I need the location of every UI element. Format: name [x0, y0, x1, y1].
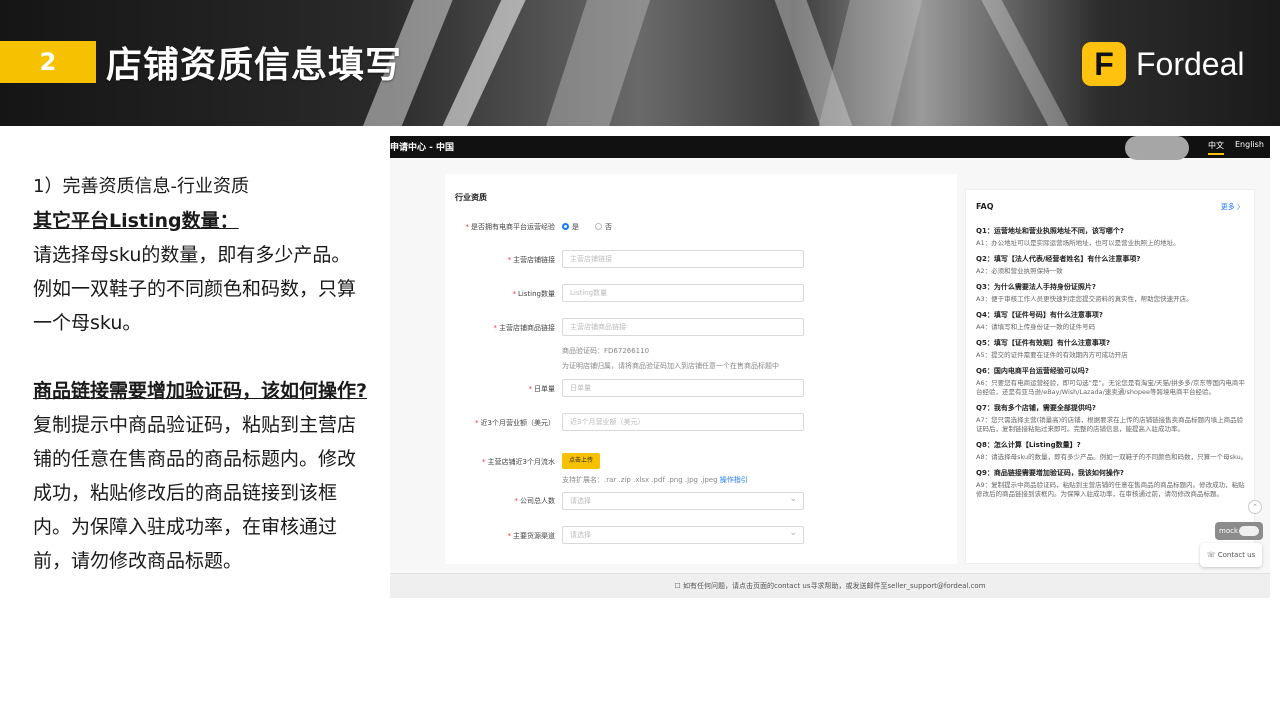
- field-label-store-link: * 主营店铺链接: [507, 256, 556, 264]
- contact-us-label: Contact us: [1217, 551, 1256, 559]
- mock-toggle[interactable]: mock: [1215, 522, 1263, 540]
- app-topbar: 申请中心 - 中国 中文 English: [390, 136, 1270, 160]
- faq-answer: A5：提交的证件需要在证件的有效期内方可成功开店: [976, 351, 1128, 359]
- extension-hint-text: 支持扩展名：.rar .zip .xlsx .pdf .png .jpg .jp…: [562, 476, 718, 484]
- radio-no[interactable]: 否: [595, 222, 612, 232]
- banner-decoration: [532, 0, 658, 126]
- instruction-heading-verify: 商品链接需要增加验证码，该如何操作?: [33, 380, 368, 402]
- revenue-input[interactable]: 近3个月营业额（美元）: [562, 413, 804, 431]
- daily-orders-input[interactable]: 日单量: [562, 379, 804, 397]
- faq-answer: A4：请填写和上传身份证一致的证件号码: [976, 323, 1096, 331]
- field-label-staff: * 公司总人数: [514, 497, 556, 505]
- faq-question: Q7：我有多个店铺，需要全部提供吗?: [976, 404, 1096, 412]
- faq-question: Q8：怎么计算【Listing数量】?: [976, 441, 1081, 449]
- operation-guide-link[interactable]: 操作指引: [720, 476, 748, 484]
- fordeal-logo-text: Fordeal: [1136, 45, 1245, 82]
- instruction-text: 1）完善资质信息-行业资质 其它平台Listing数量： 请选择母sku的数量，…: [33, 170, 369, 578]
- contact-us-button[interactable]: ☏ Contact us: [1200, 543, 1262, 567]
- field-label-text: 日单量: [534, 385, 555, 393]
- faq-answer: A2：必须和营业执照保持一致: [976, 267, 1063, 275]
- faq-answer: A7：您只需选择主营(销量高)的店铺，根据要求在上传的店铺链接售卖商品标题内填上…: [976, 416, 1244, 433]
- field-label-text: 近3个月营业额（美元）: [480, 419, 555, 427]
- staff-count-select[interactable]: 请选择: [562, 491, 804, 510]
- headset-icon: ☏: [1206, 551, 1218, 559]
- faq-answer: A3：便于审核工作人员更快速判定您提交资料的真实性，帮助您快速开店。: [976, 295, 1193, 303]
- faq-panel: FAQ 更多 〉 Q1：运营地址和营业执照地址不同，该写哪个? A1：办公地址可以…: [965, 189, 1255, 564]
- faq-more-link[interactable]: 更多 〉: [1221, 202, 1244, 212]
- instruction-subtitle: 1）完善资质信息-行业资质: [33, 176, 249, 197]
- radio-checked-icon: [562, 223, 569, 230]
- field-label-channel: * 主要货源渠道: [507, 532, 556, 540]
- chat-icon: ☐: [674, 582, 683, 590]
- app-title: 申请中心 - 中国: [390, 143, 455, 153]
- field-label-statement: * 主营店铺近3个月流水: [482, 458, 555, 466]
- application-screenshot: 申请中心 - 中国 中文 English 行业资质 * 是否拥有电商平台运营经验 …: [390, 136, 1270, 598]
- upload-button[interactable]: 点击上传: [562, 453, 600, 469]
- field-label-experience: * 是否拥有电商平台运营经验: [465, 223, 556, 231]
- section-number-badge: 2: [0, 41, 96, 83]
- app-footer: ☐ 如有任何问题，请点击页面的contact us寻求帮助，或发送邮件至sell…: [390, 573, 1270, 598]
- qualification-form: 行业资质 * 是否拥有电商平台运营经验 是 否 * 主营店铺链接 主营店铺链接 * L…: [445, 174, 957, 564]
- product-link-input[interactable]: 主营店铺商品链接: [562, 318, 804, 336]
- faq-question: Q6：国内电商平台运营经验可以吗?: [976, 367, 1089, 375]
- slide: 2 店铺资质信息填写 F Fordeal 1）完善资质信息-行业资质 其它平台L…: [0, 0, 1280, 720]
- store-link-input[interactable]: 主营店铺链接: [562, 250, 804, 268]
- toggle-switch-icon: [1239, 526, 1259, 536]
- section-title: 店铺资质信息填写: [106, 45, 403, 86]
- field-label-text: 主营店铺近3个月流水: [487, 458, 555, 466]
- faq-question: Q4：填写【证件号码】有什么注意事项?: [976, 311, 1103, 319]
- faq-answer: A9：复制提示中商品验证码，粘贴到主营店铺的任意在售商品的商品标题内。修改成功，…: [976, 481, 1245, 498]
- header-banner: 2 店铺资质信息填写 F Fordeal: [0, 0, 1280, 126]
- faq-title: FAQ: [976, 202, 994, 211]
- radio-unchecked-icon: [595, 223, 602, 230]
- faq-answer: A6：只要您有电商运营经验，即可勾选“是”。无论您是有淘宝/天猫/拼多多/京东等…: [976, 379, 1245, 396]
- mock-label: mock: [1219, 527, 1239, 535]
- field-label-text: 主要货源渠道: [513, 532, 555, 540]
- radio-yes[interactable]: 是: [562, 222, 579, 232]
- instruction-body-verify: 复制提示中商品验证码，粘贴到主营店铺的任意在售商品的商品标题内。修改成功，粘贴修…: [33, 414, 357, 572]
- faq-answer: A1：办公地址可以是实际运营场所地址，也可以是营业执照上的地址。: [976, 239, 1180, 247]
- fordeal-logo-mark: F: [1082, 42, 1126, 86]
- field-label-daily-orders: * 日单量: [528, 385, 556, 393]
- faq-list: Q1：运营地址和营业执照地址不同，该写哪个? A1：办公地址可以是实际运营场所地址…: [976, 220, 1248, 499]
- field-label-text: Listing数量: [517, 290, 555, 298]
- footer-text: 如有任何问题，请点击页面的contact us寻求帮助，或发送邮件至seller…: [682, 582, 986, 590]
- radio-label: 是: [572, 223, 579, 231]
- scroll-top-icon[interactable]: ⌃: [1248, 500, 1262, 514]
- faq-question: Q1：运营地址和营业执照地址不同，该写哪个?: [976, 227, 1124, 235]
- field-label-text: 公司总人数: [520, 497, 555, 505]
- supply-channel-select[interactable]: 请选择: [562, 525, 804, 544]
- field-label-text: 是否拥有电商平台运营经验: [471, 223, 555, 231]
- faq-question: Q3：为什么需要法人手持身份证照片?: [976, 283, 1096, 291]
- form-section-title: 行业资质: [455, 193, 487, 202]
- listing-count-input[interactable]: Listing数量: [562, 284, 804, 302]
- faq-answer: A8：请选择母sku的数量，即有多少产品。例如一双鞋子的不同颜色和码数，只算一个…: [976, 453, 1248, 461]
- field-label-revenue: * 近3个月营业额（美元）: [475, 419, 555, 427]
- field-label-product-link: * 主营店铺商品链接: [493, 324, 556, 332]
- field-label-text: 主营店铺商品链接: [499, 324, 555, 332]
- lang-switch-en[interactable]: English: [1235, 140, 1264, 149]
- radio-label: 否: [605, 223, 612, 231]
- extension-hint: 支持扩展名：.rar .zip .xlsx .pdf .png .jpg .jp…: [562, 475, 748, 485]
- instruction-heading-listing: 其它平台Listing数量：: [33, 210, 239, 232]
- verify-hint-text: 为证明店铺归属，请将商品验证码加入到店铺任意一个在售商品标题中: [562, 362, 779, 370]
- faq-question: Q9：商品链接需要增加验证码，我该如何操作?: [976, 469, 1124, 477]
- faq-question: Q5：填写【证件有效期】有什么注意事项?: [976, 339, 1110, 347]
- field-label-text: 主营店铺链接: [513, 256, 555, 264]
- fordeal-logo: F Fordeal: [1082, 42, 1245, 86]
- faq-question: Q2：填写【法人代表/经营者姓名】有什么注意事项?: [976, 255, 1141, 263]
- field-label-listing: * Listing数量: [512, 290, 555, 298]
- avatar[interactable]: [1125, 136, 1189, 160]
- verify-code-text: 商品验证码：FD67266110: [562, 347, 650, 355]
- banner-decoration: [960, 0, 1080, 126]
- instruction-body-listing: 请选择母sku的数量，即有多少产品。例如一双鞋子的不同颜色和码数，只算一个母sk…: [33, 244, 357, 334]
- lang-switch-zh[interactable]: 中文: [1208, 140, 1224, 155]
